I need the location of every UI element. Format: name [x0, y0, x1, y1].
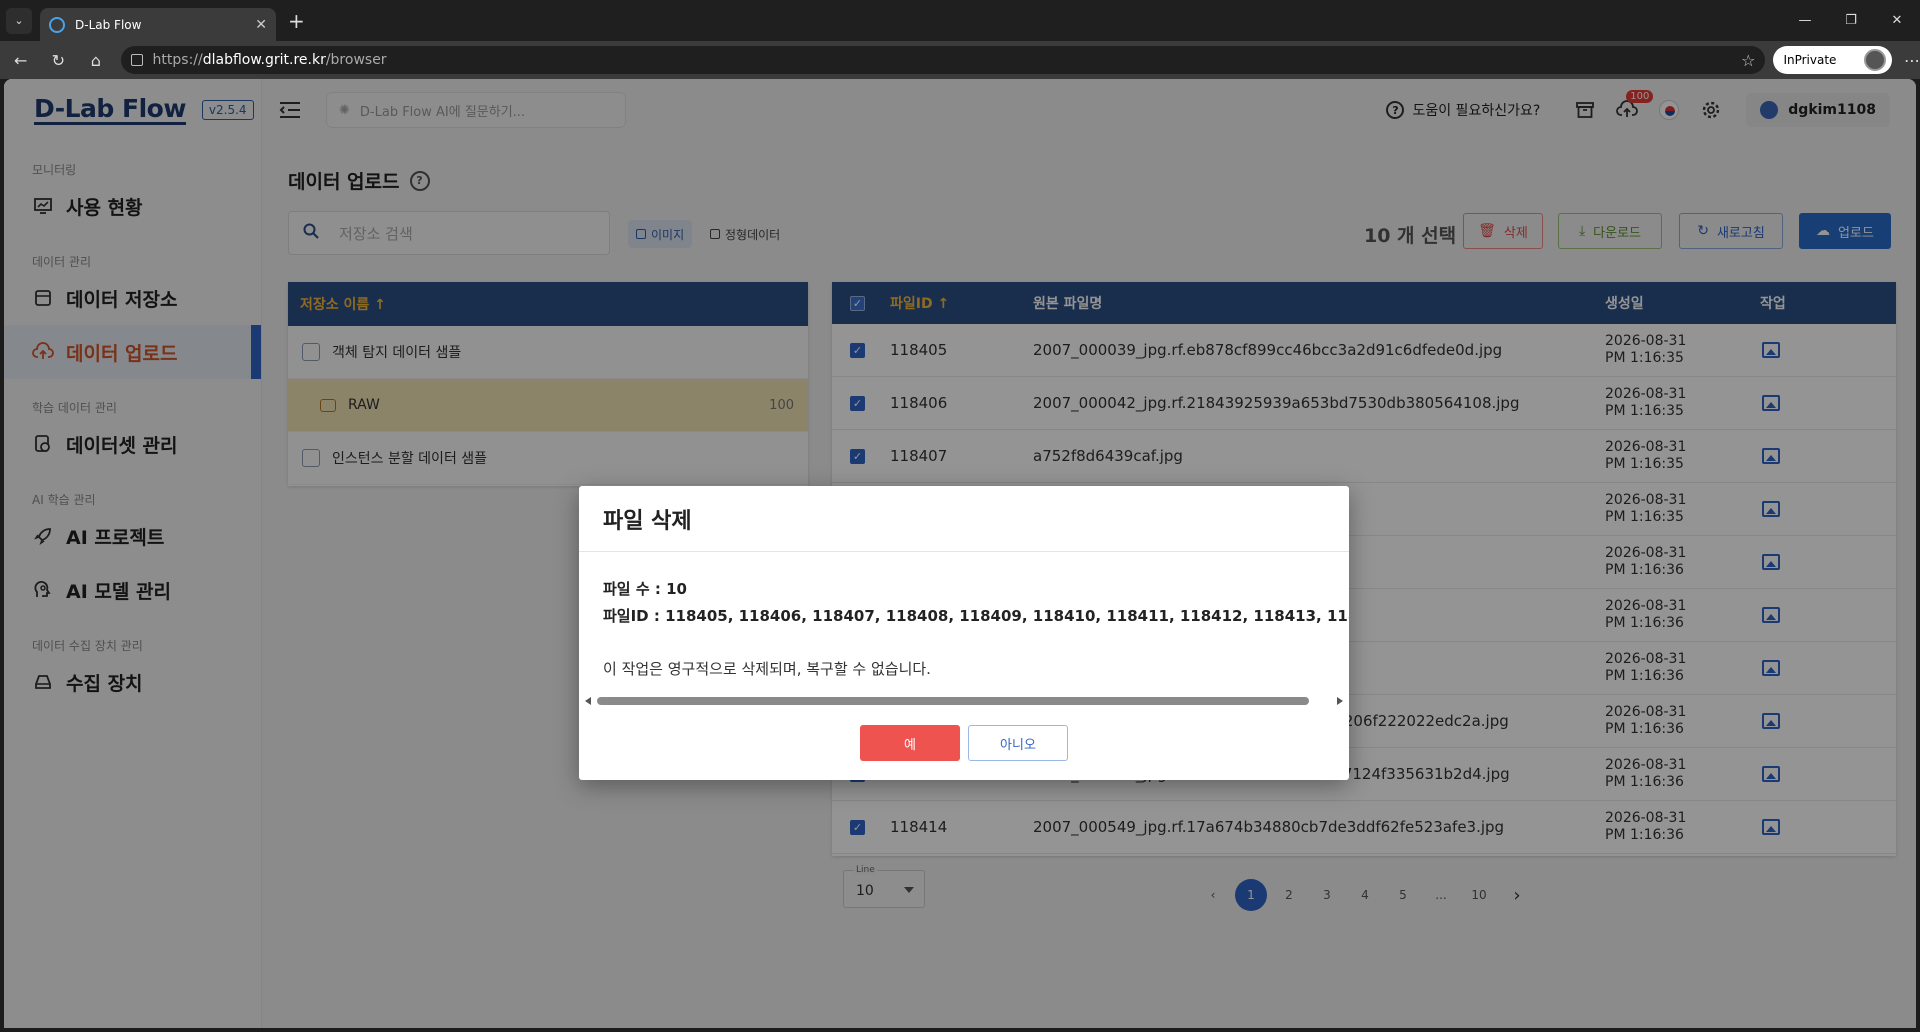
- url-path: /browser: [325, 52, 387, 68]
- dialog-warning: 이 작업은 영구적으로 삭제되며, 복구할 수 없습니다.: [603, 660, 931, 678]
- inprivate-button[interactable]: InPrivate: [1773, 46, 1892, 74]
- dialog-footer: 예 아니오: [579, 706, 1349, 780]
- minimize-icon[interactable]: —: [1782, 0, 1828, 41]
- window-controls: — ❐ ✕: [1782, 0, 1920, 41]
- back-icon[interactable]: ←: [4, 43, 38, 77]
- url-field[interactable]: https://dlabflow.grit.re.kr/browser ☆: [120, 46, 1766, 74]
- tab-title: D-Lab Flow: [75, 17, 142, 32]
- address-bar-row: ← ↻ ⌂ https://dlabflow.grit.re.kr/browse…: [0, 41, 1920, 79]
- browser-tabbar: ⌄ D-Lab Flow ✕ + — ❐ ✕: [0, 0, 1920, 41]
- profile-avatar: [1863, 49, 1886, 71]
- dialog-file-ids: 파일ID : 118405, 118406, 118407, 118408, 1…: [603, 607, 1349, 625]
- tab-list-button[interactable]: ⌄: [6, 7, 32, 34]
- tab-favicon-icon: [49, 16, 65, 33]
- url-prefix: https://: [152, 52, 203, 68]
- inprivate-label: InPrivate: [1783, 53, 1837, 67]
- more-menu-icon[interactable]: ⋯: [1904, 51, 1920, 70]
- confirm-yes-button[interactable]: 예: [860, 725, 960, 761]
- close-window-icon[interactable]: ✕: [1874, 0, 1920, 41]
- scrollbar-thumb[interactable]: [597, 697, 1309, 705]
- reload-icon[interactable]: ↻: [42, 43, 76, 77]
- browser-tab[interactable]: D-Lab Flow ✕: [40, 8, 276, 41]
- dialog-body: 파일 수 : 10 파일ID : 118405, 118406, 118407,…: [579, 552, 1349, 706]
- delete-file-dialog: 파일 삭제 파일 수 : 10 파일ID : 118405, 118406, 1…: [579, 486, 1349, 780]
- scroll-left-icon[interactable]: [585, 697, 591, 705]
- close-tab-icon[interactable]: ✕: [255, 17, 267, 33]
- confirm-no-button[interactable]: 아니오: [968, 725, 1068, 761]
- dialog-title: 파일 삭제: [579, 486, 1349, 552]
- home-icon[interactable]: ⌂: [79, 43, 113, 77]
- url-host: dlabflow.grit.re.kr: [202, 52, 326, 68]
- restore-icon[interactable]: ❐: [1828, 0, 1874, 41]
- lock-icon: [130, 54, 143, 66]
- app-window: D-Lab Flow v2.5.4 모니터링 사용 현황 데이터 관리 데이터 …: [4, 79, 1916, 1028]
- scroll-right-icon[interactable]: [1337, 697, 1343, 705]
- dialog-file-count: 파일 수 : 10: [603, 580, 687, 598]
- favorite-star-icon[interactable]: ☆: [1741, 51, 1755, 70]
- new-tab-icon[interactable]: +: [288, 9, 305, 33]
